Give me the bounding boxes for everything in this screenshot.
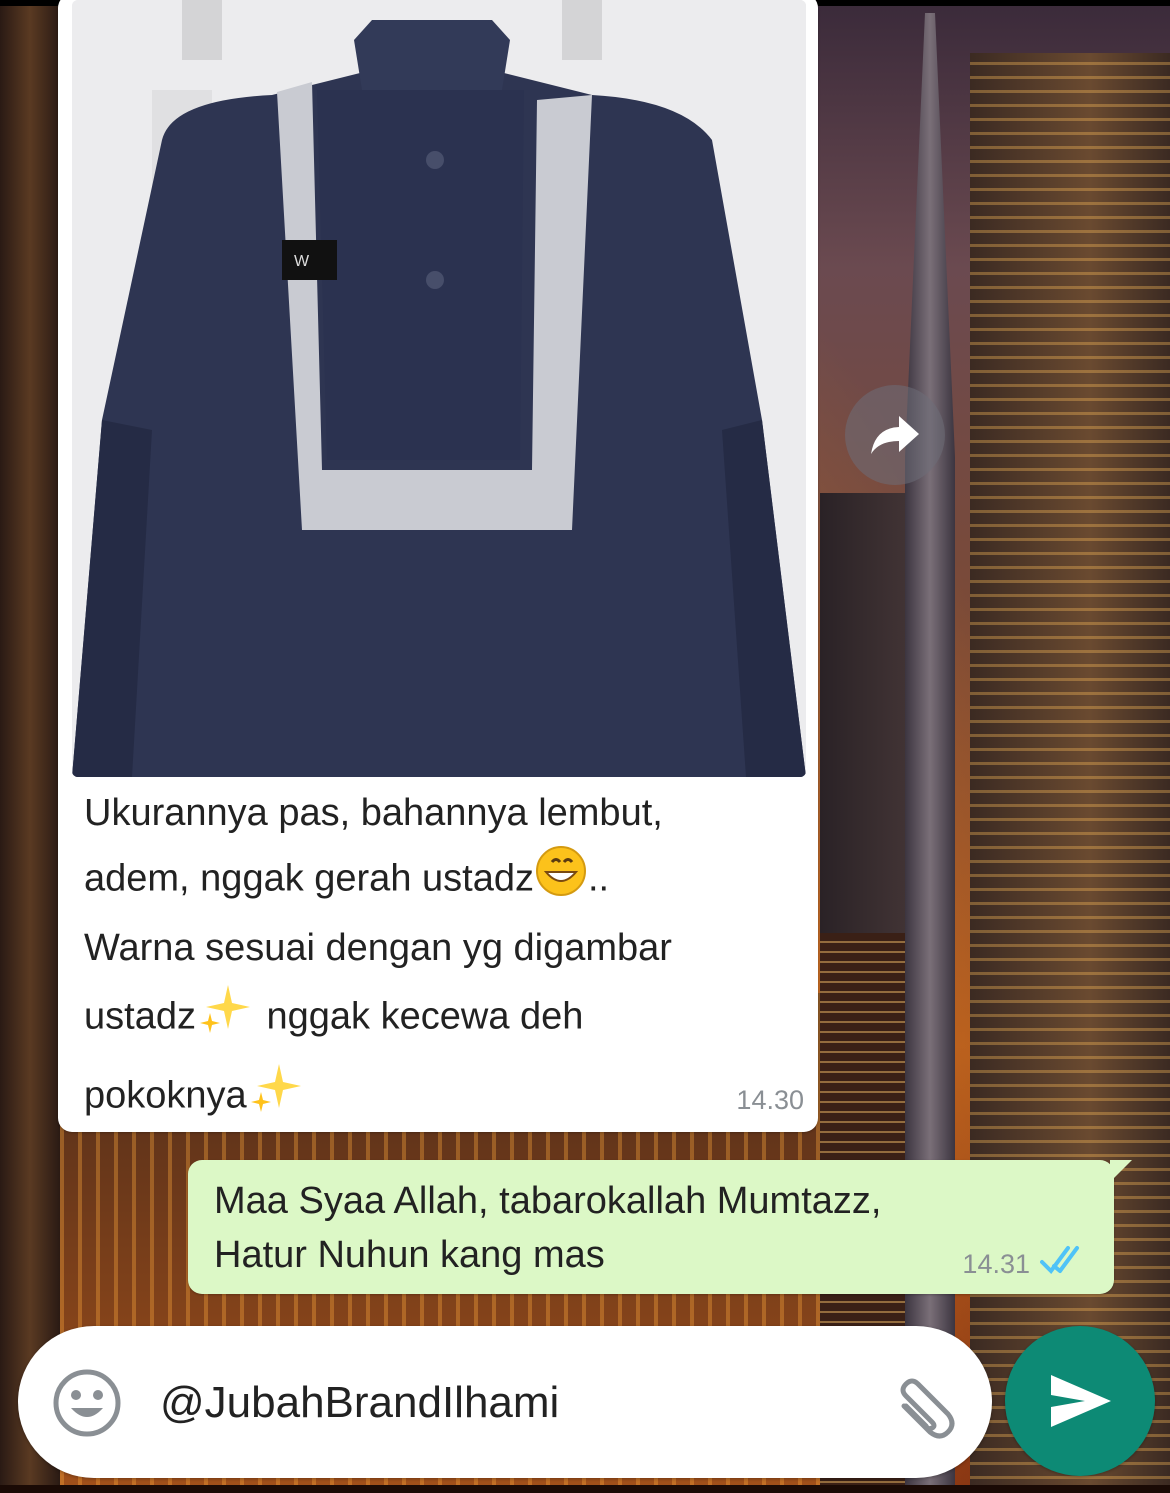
message-input[interactable] [158, 1326, 862, 1480]
bottom-edge [0, 1485, 1170, 1493]
message-line: Ukurannya pas, bahannya lembut, [84, 792, 663, 834]
message-line: pokoknya [84, 1074, 247, 1117]
message-line: Maa Syaa Allah, tabarokallah Mumtazz, [214, 1180, 882, 1222]
outgoing-message[interactable]: Maa Syaa Allah, tabarokallah Mumtazz, Ha… [188, 1160, 1132, 1294]
forward-button[interactable] [845, 385, 945, 485]
robe-photo-graphic: W [72, 0, 806, 777]
grinning-emoji-icon [534, 844, 588, 917]
send-button[interactable] [1005, 1326, 1155, 1476]
message-line: nggak kecewa deh [255, 995, 584, 1038]
photo-image[interactable]: W [72, 0, 806, 777]
incoming-message-time: 14.30 [736, 1085, 804, 1115]
outgoing-message-time: 14.31 [962, 1249, 1030, 1279]
wallpaper-building [0, 0, 60, 1493]
send-arrow-icon [1051, 1375, 1111, 1427]
forward-arrow-icon [871, 416, 919, 454]
message-line: Hatur Nuhun kang mas [214, 1234, 605, 1276]
message-line: Warna sesuai dengan yg digambar [84, 927, 672, 969]
svg-text:W: W [294, 253, 310, 270]
message-line: ustadz [84, 995, 196, 1038]
double-check-icon [1040, 1246, 1079, 1275]
message-line: .. [587, 857, 610, 900]
incoming-message-text: Ukurannya pas, bahannya lembut, adem, ng… [84, 782, 784, 1137]
incoming-message[interactable]: W Ukurannya pas, bahannya lembut, adem, … [58, 0, 818, 1132]
message-input-bar [18, 1326, 992, 1480]
sparkles-emoji-icon [196, 979, 256, 1058]
smiley-icon[interactable] [52, 1368, 122, 1438]
message-line: adem, nggak gerah ustadz [84, 857, 534, 900]
sparkles-emoji-icon [247, 1058, 307, 1137]
outgoing-message-text: Maa Syaa Allah, tabarokallah Mumtazz, Ha… [214, 1174, 1034, 1282]
paperclip-icon[interactable] [886, 1370, 960, 1444]
